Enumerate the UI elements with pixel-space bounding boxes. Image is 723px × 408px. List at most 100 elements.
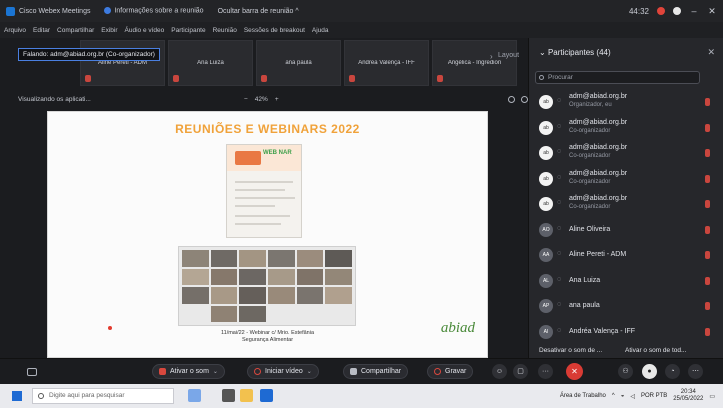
muted-mic-icon[interactable] (705, 174, 710, 183)
avatar: ab (539, 95, 553, 109)
profile-icon[interactable]: ● (642, 364, 657, 379)
chevron-down-icon[interactable]: ⌄ (213, 368, 218, 375)
participant-row[interactable]: AI ◌ Andréa Valença - IFF (529, 320, 723, 346)
menu-compartilhar[interactable]: Compartilhar (57, 27, 94, 34)
muted-mic-icon[interactable] (705, 98, 710, 106)
participant-role: Co-organizador (569, 178, 611, 185)
windows-taskbar: Digite aqui para pesquisar Área de Traba… (0, 384, 723, 408)
participant-row[interactable]: ab ◌ adm@abiad.org.br Co-organizador (529, 192, 723, 218)
thumbnail-tile[interactable]: Andrea Valença - IFF (344, 40, 429, 86)
more-options-button[interactable]: ··· (538, 364, 553, 379)
menu-editar[interactable]: Editar (33, 27, 50, 34)
clock[interactable]: 20:34 25/05/2022 (673, 389, 703, 403)
notification-icon[interactable]: ▭ (709, 393, 715, 400)
participant-role: Co-organizador (569, 153, 611, 159)
title-bar: Cisco Webex Meetings Informações sobre a… (0, 0, 723, 22)
video-label: Iniciar vídeo (265, 368, 303, 375)
menu-arquivo[interactable]: Arquivo (4, 27, 26, 34)
participant-row[interactable]: ab ◌ adm@abiad.org.br Organizador, eu (529, 90, 723, 116)
desktop-toolbar-label[interactable]: Área de Trabalho (560, 393, 606, 399)
captions-icon[interactable] (27, 368, 37, 376)
meeting-controls: Ativar o som ⌄ Iniciar vídeo ⌄ Compartilha… (0, 358, 723, 384)
zoom-in-button[interactable]: + (275, 96, 279, 103)
participant-row[interactable]: AL ◌ Ana Luiza (529, 269, 723, 295)
webex-taskbar-icon[interactable] (260, 389, 273, 402)
news-widget-icon[interactable] (188, 389, 201, 402)
participant-name: Andréa Valença - IFF (569, 327, 636, 335)
participant-row[interactable]: ab ◌ adm@abiad.org.br Co-organizador (529, 116, 723, 142)
muted-mic-icon[interactable] (705, 327, 710, 336)
thumbnail-tile[interactable]: Aline Pereti - ADM (80, 40, 165, 86)
volume-icon[interactable]: ◁ (630, 393, 635, 400)
thumbnail-name: Angélica - Ingredion (447, 60, 502, 66)
search-placeholder: Procurar (548, 74, 573, 81)
menu-participante[interactable]: Participante (171, 27, 205, 34)
close-button[interactable]: ✕ (707, 6, 717, 17)
more-panels-icon[interactable]: ⋯ (688, 364, 703, 379)
tray-chevron-up-icon[interactable]: ^ (612, 393, 615, 399)
language-indicator[interactable]: POR PTB (641, 393, 667, 399)
layout-button[interactable]: Layout (498, 52, 519, 59)
participants-title: Participantes (44) (547, 48, 611, 57)
hide-meeting-bar-button[interactable]: Ocultar barra de reunião ^ (218, 8, 299, 15)
start-video-button[interactable]: Iniciar vídeo ⌄ (247, 364, 319, 379)
unmute-all-button[interactable]: Ativar o som de tod... (625, 347, 686, 354)
mute-button[interactable]: Ativar o som ⌄ (152, 364, 225, 379)
muted-mic-icon[interactable] (705, 251, 710, 259)
menu-audio-video[interactable]: Áudio e vídeo (125, 27, 165, 34)
menu-ajuda[interactable]: Ajuda (312, 27, 329, 34)
muted-mic-icon[interactable] (705, 149, 710, 157)
participant-search-input[interactable]: Procurar (535, 71, 700, 84)
strip-next-icon[interactable]: › (490, 52, 493, 61)
record-button[interactable]: Gravar (427, 364, 474, 379)
windows-start-icon[interactable] (12, 391, 22, 401)
file-explorer-icon[interactable] (240, 389, 253, 402)
menu-reuniao[interactable]: Reunião (213, 27, 237, 34)
muted-mic-icon[interactable] (705, 123, 710, 132)
menu-breakout[interactable]: Sessões de breakout (244, 27, 305, 34)
titlebar-controls: 44:32 – ✕ (629, 0, 717, 22)
participant-role: Co-organizador (569, 204, 611, 210)
task-view-icon[interactable] (222, 389, 235, 402)
participant-row[interactable]: AA ◌ Aline Pereti - ADM (529, 243, 723, 269)
panel-close-icon[interactable]: ✕ (707, 47, 715, 58)
webex-window: Cisco Webex Meetings Informações sobre a… (0, 0, 723, 408)
muted-mic-icon[interactable] (705, 225, 710, 234)
reactions-icon[interactable]: ☺ (492, 364, 507, 379)
menu-exibir[interactable]: Exibir (101, 27, 117, 34)
participants-icon[interactable]: ⚇ (618, 364, 633, 379)
active-speaker-banner: Falando: adm@abiad.org.br (Co-organizado… (18, 48, 160, 61)
zoom-level[interactable]: 42% (255, 96, 268, 103)
abiad-logo: abiad (440, 320, 475, 336)
chat-icon[interactable]: ◔ (665, 364, 680, 379)
clock-time: 20:34 (680, 389, 696, 395)
audio-status-icon: ◌ (557, 122, 562, 130)
zoom-out-button[interactable]: − (244, 96, 248, 103)
thumbnail-tile[interactable]: Ana Luiza (168, 40, 253, 86)
muted-mic-icon[interactable] (705, 200, 710, 208)
network-icon[interactable]: ◒ (621, 393, 625, 399)
taskbar-search-input[interactable]: Digite aqui para pesquisar (32, 388, 174, 404)
leave-meeting-button[interactable]: ✕ (566, 363, 583, 380)
muted-mic-icon[interactable] (705, 302, 710, 310)
participant-row[interactable]: AO ◌ Aline Oliveira (529, 218, 723, 244)
share-button[interactable]: Compartilhar (343, 364, 409, 379)
participant-row[interactable]: AP ◌ ana paula (529, 294, 723, 320)
participant-row[interactable]: ab ◌ adm@abiad.org.br Co-organizador (529, 167, 723, 193)
participant-row[interactable]: ab ◌ adm@abiad.org.br Co-organizador (529, 141, 723, 167)
minimize-button[interactable]: – (689, 6, 699, 16)
mute-all-button[interactable]: Desativar o som de ... (539, 347, 602, 354)
search-icon (539, 75, 544, 80)
chevron-down-icon[interactable]: ⌄ (307, 368, 312, 375)
muted-mic-icon[interactable] (705, 276, 710, 285)
thumbnail-tile[interactable]: ana paula (256, 40, 341, 86)
search-icon (38, 393, 44, 399)
view-options-icon[interactable] (521, 96, 528, 103)
apps-icon[interactable]: ▢ (513, 364, 528, 379)
participant-name: Ana Luiza (569, 276, 601, 284)
annotate-icon[interactable] (508, 96, 515, 103)
thumbnail-tile[interactable]: Angélica - Ingredion (432, 40, 517, 86)
meeting-info-button[interactable]: Informações sobre a reunião (104, 7, 204, 15)
pointer-dot (108, 326, 112, 330)
webex-logo-icon (6, 6, 15, 16)
